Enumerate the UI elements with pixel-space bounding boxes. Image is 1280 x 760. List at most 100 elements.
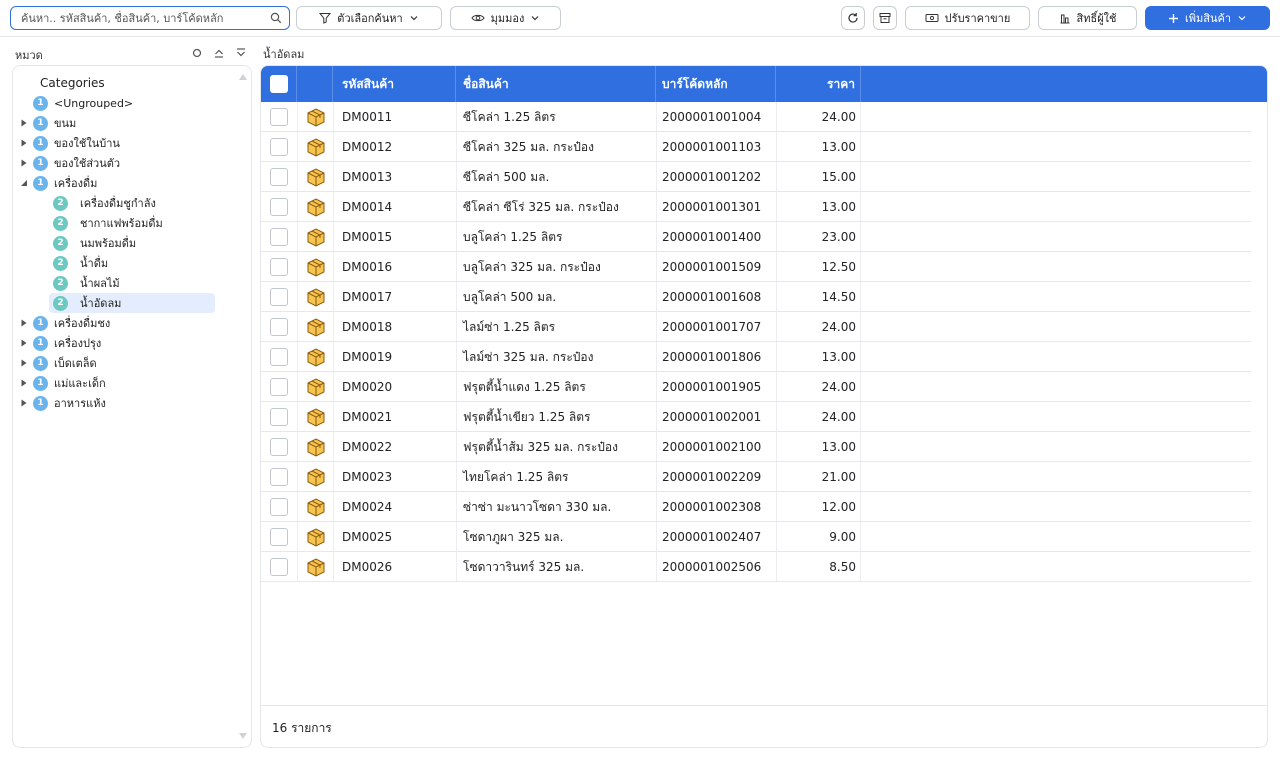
- table-row[interactable]: DM0016 บลูโคล่า 325 มล. กระป๋อง 2000001001…: [261, 252, 1251, 282]
- tree-item[interactable]: 1 ขนม: [21, 113, 76, 133]
- product-price: 21.00: [821, 470, 856, 484]
- caret-right-icon[interactable]: [20, 139, 28, 147]
- table-row[interactable]: DM0014 ซีโคล่า ซีโร่ 325 มล. กระป๋อง 20000…: [261, 192, 1251, 222]
- box-icon: [306, 227, 326, 247]
- caret-right-icon[interactable]: [20, 399, 28, 407]
- user-permission-button[interactable]: สิทธิ์ผู้ใช้: [1038, 6, 1137, 30]
- tree-item[interactable]: 2 นมพร้อมดื่ม: [53, 233, 136, 253]
- product-code: DM0018: [342, 320, 393, 334]
- add-product-button[interactable]: เพิ่มสินค้า: [1145, 6, 1270, 30]
- table-row[interactable]: DM0018 ไลม์ซ่า 1.25 ลิตร 2000001001707 24.0…: [261, 312, 1251, 342]
- table-footer: 16 รายการ: [261, 705, 1267, 747]
- table-row[interactable]: DM0019 ไลม์ซ่า 325 มล. กระป๋อง 20000010018…: [261, 342, 1251, 372]
- column-header-price[interactable]: ราคา: [776, 66, 861, 102]
- tree-item[interactable]: 1 เครื่องดื่มชง: [21, 313, 110, 333]
- row-checkbox[interactable]: [270, 228, 288, 246]
- row-checkbox[interactable]: [270, 468, 288, 486]
- row-checkbox[interactable]: [270, 318, 288, 336]
- caret-right-icon[interactable]: [20, 379, 28, 387]
- tree-item[interactable]: 1 เครื่องดื่ม: [21, 173, 97, 193]
- table-row[interactable]: DM0013 ซีโคล่า 500 มล. 2000001001202 15.00: [261, 162, 1251, 192]
- plus-icon: [1168, 13, 1178, 23]
- product-barcode: 2000001002308: [662, 500, 762, 514]
- archive-icon: [879, 13, 891, 23]
- search-icon[interactable]: [270, 12, 282, 24]
- tree-item[interactable]: 1 ของใช้ในบ้าน: [21, 133, 120, 153]
- table-row[interactable]: DM0021 ฟรุตตี้น้ำเขียว 1.25 ลิตร 200000100…: [261, 402, 1251, 432]
- tree-item[interactable]: 1 <Ungrouped>: [33, 93, 133, 113]
- tree-item-label: นมพร้อมดื่ม: [80, 237, 137, 250]
- circle-icon[interactable]: [191, 47, 203, 59]
- tree-item[interactable]: 2 น้ำดื่ม: [53, 253, 108, 273]
- table-row[interactable]: DM0012 ซีโคล่า 325 มล. กระป๋อง 20000010011…: [261, 132, 1251, 162]
- column-header-barcode-label: บาร์โค้ดหลัก: [662, 76, 728, 91]
- row-checkbox[interactable]: [270, 498, 288, 516]
- column-header-name[interactable]: ชื่อสินค้า: [456, 66, 656, 102]
- table-row[interactable]: DM0022 ฟรุตตี้น้ำส้ม 325 มล. กระป๋อง 20000…: [261, 432, 1251, 462]
- product-code: DM0015: [342, 230, 393, 244]
- tree-item[interactable]: 1 เบ็ดเตล็ด: [21, 353, 97, 373]
- tree-item[interactable]: 1 เครื่องปรุง: [21, 333, 101, 353]
- table-row[interactable]: DM0026 โซดาวารินทร์ 325 มล. 2000001002506 8…: [261, 552, 1251, 582]
- tree-item[interactable]: 2 ชากาแฟพร้อมดื่ม: [53, 213, 163, 233]
- row-checkbox[interactable]: [270, 408, 288, 426]
- column-header-code[interactable]: รหัสสินค้า: [333, 66, 456, 102]
- tree-item[interactable]: 2 เครื่องดื่มชูกำลัง: [53, 193, 156, 213]
- row-checkbox[interactable]: [270, 288, 288, 306]
- row-checkbox[interactable]: [270, 348, 288, 366]
- box-icon: [306, 317, 326, 337]
- tree-item[interactable]: 2 น้ำอัดลม: [49, 293, 215, 313]
- row-checkbox[interactable]: [270, 438, 288, 456]
- category-title: หมวด: [15, 49, 43, 62]
- row-checkbox[interactable]: [270, 198, 288, 216]
- tree-item[interactable]: 1 ของใช้ส่วนตัว: [21, 153, 120, 173]
- row-checkbox[interactable]: [270, 558, 288, 576]
- archive-button[interactable]: [873, 6, 897, 30]
- tree-item[interactable]: 2 น้ำผลไม้: [53, 273, 120, 293]
- level-badge: 1: [33, 155, 48, 171]
- collapse-all-icon[interactable]: [213, 47, 225, 59]
- scroll-down-arrow-icon[interactable]: [239, 733, 247, 739]
- select-all-checkbox[interactable]: [270, 75, 288, 93]
- caret-right-icon[interactable]: [20, 319, 28, 327]
- caret-right-icon[interactable]: [20, 339, 28, 347]
- caret-right-icon[interactable]: [20, 159, 28, 167]
- product-code: DM0013: [342, 170, 393, 184]
- adjust-price-button[interactable]: ปรับราคาขาย: [905, 6, 1030, 30]
- tree-item-label: ชากาแฟพร้อมดื่ม: [80, 217, 163, 230]
- expand-all-icon[interactable]: [235, 47, 247, 59]
- row-checkbox[interactable]: [270, 108, 288, 126]
- row-checkbox[interactable]: [270, 528, 288, 546]
- table-row[interactable]: DM0024 ซ่าซ่า มะนาวโซดา 330 มล. 2000001002…: [261, 492, 1251, 522]
- chart-icon: [1060, 14, 1070, 24]
- tree-item-label: <Ungrouped>: [54, 96, 134, 110]
- search-box[interactable]: [10, 6, 290, 30]
- search-input[interactable]: [21, 7, 271, 29]
- eye-icon: [471, 14, 485, 22]
- box-icon: [306, 167, 326, 187]
- table-row[interactable]: DM0017 บลูโคล่า 500 มล. 2000001001608 14.50: [261, 282, 1251, 312]
- view-button[interactable]: มุมมอง: [450, 6, 561, 30]
- caret-right-icon[interactable]: [20, 119, 28, 127]
- product-barcode: 2000001002506: [662, 560, 762, 574]
- caret-down-icon[interactable]: [20, 179, 28, 187]
- refresh-button[interactable]: [841, 6, 865, 30]
- table-row[interactable]: DM0020 ฟรุตตี้น้ำแดง 1.25 ลิตร 20000010019…: [261, 372, 1251, 402]
- row-checkbox[interactable]: [270, 378, 288, 396]
- caret-right-icon[interactable]: [20, 359, 28, 367]
- search-options-button[interactable]: ตัวเลือกค้นหา: [296, 6, 442, 30]
- row-checkbox[interactable]: [270, 168, 288, 186]
- row-checkbox[interactable]: [270, 258, 288, 276]
- table-row[interactable]: DM0011 ซีโคล่า 1.25 ลิตร 2000001001004 24.0…: [261, 102, 1251, 132]
- product-name: บลูโคล่า 325 มล. กระป๋อง: [463, 259, 601, 274]
- product-price: 24.00: [821, 410, 856, 424]
- table-row[interactable]: DM0025 โซดาภูผา 325 มล. 2000001002407 9.00: [261, 522, 1251, 552]
- column-header-barcode[interactable]: บาร์โค้ดหลัก: [656, 66, 776, 102]
- tree-item[interactable]: 1 อาหารแห้ง: [21, 393, 106, 413]
- tree-item[interactable]: 1 แม่และเด็ก: [21, 373, 106, 393]
- table-row[interactable]: DM0015 บลูโคล่า 1.25 ลิตร 2000001001400 23.…: [261, 222, 1251, 252]
- scroll-up-arrow-icon[interactable]: [239, 74, 247, 80]
- tree-root-label[interactable]: Categories: [40, 76, 105, 90]
- table-row[interactable]: DM0023 ไทยโคล่า 1.25 ลิตร 2000001002209 21.…: [261, 462, 1251, 492]
- row-checkbox[interactable]: [270, 138, 288, 156]
